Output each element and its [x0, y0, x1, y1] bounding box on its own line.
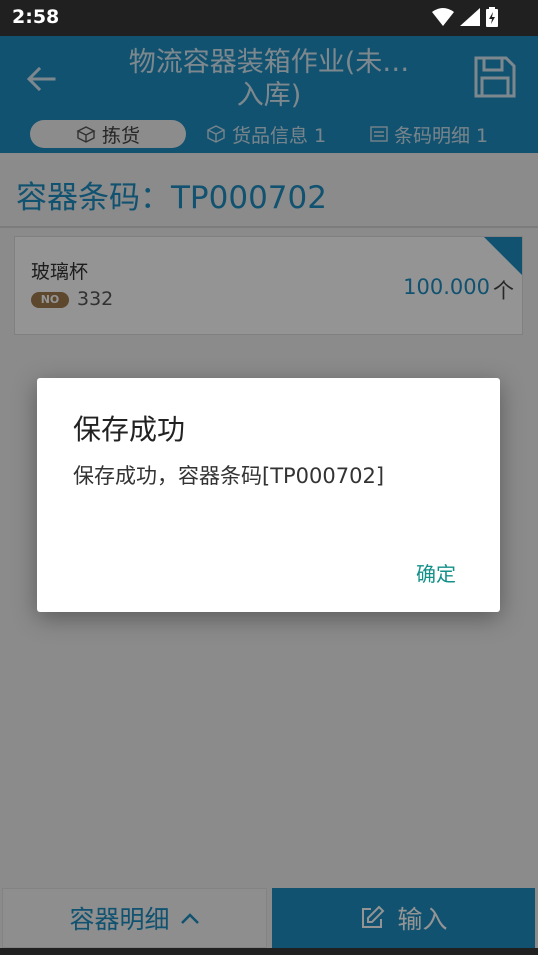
dialog-title: 保存成功: [73, 413, 186, 446]
dialog-message: 保存成功，容器条码[TP000702]: [73, 464, 385, 488]
status-time: 2:58: [12, 6, 60, 28]
wifi-icon: [432, 8, 454, 26]
status-bar: 2:58: [0, 0, 538, 36]
signal-icon: [460, 8, 480, 26]
battery-icon: [486, 7, 498, 27]
status-icons: [432, 7, 498, 27]
nav-bar: [0, 948, 538, 955]
success-dialog: 保存成功 保存成功，容器条码[TP000702] 确定: [37, 378, 500, 612]
ok-button[interactable]: 确定: [416, 558, 456, 587]
